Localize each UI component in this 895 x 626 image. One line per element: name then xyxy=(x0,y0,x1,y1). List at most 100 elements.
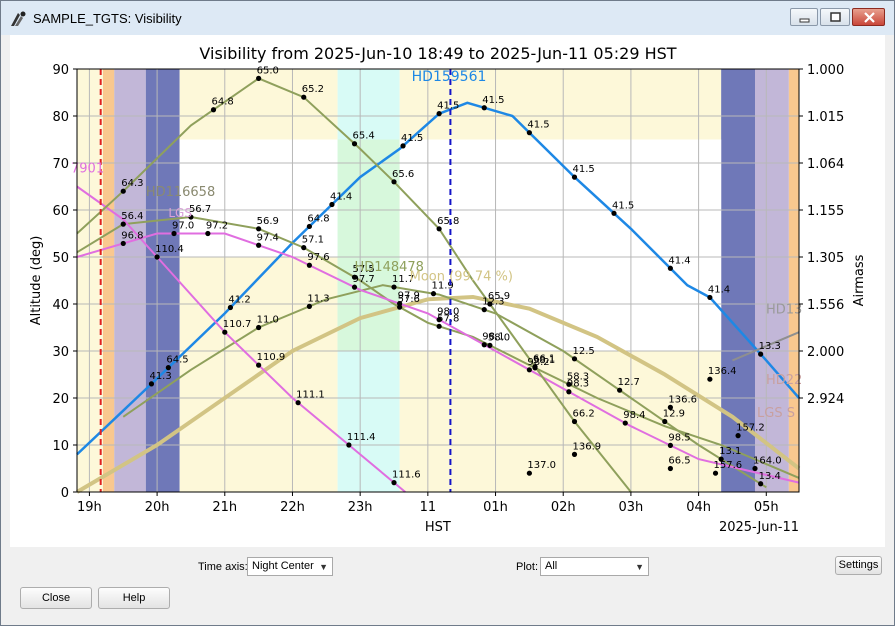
plot-select[interactable]: All ▼ xyxy=(540,557,649,576)
close-window-button[interactable] xyxy=(852,8,885,26)
data-point xyxy=(436,317,442,323)
data-point xyxy=(481,307,487,313)
data-label: 41.5 xyxy=(612,200,634,211)
data-point xyxy=(758,351,764,357)
data-label: 97.9 xyxy=(398,291,420,302)
close-icon xyxy=(864,12,875,23)
data-label: 11.3 xyxy=(307,293,329,304)
data-label: 97.7 xyxy=(353,274,375,285)
data-label: 111.4 xyxy=(347,432,376,443)
data-point xyxy=(487,342,493,348)
visibility-window: SAMPLE_TGTS: Visibility Visibility from … xyxy=(0,0,895,626)
data-label: 64.8 xyxy=(212,97,234,108)
bottom-controls: Time axis: Night Center ▼ Plot: All ▼ Se… xyxy=(1,547,894,625)
series-label-moon: Moon (99.74 %) xyxy=(410,270,513,285)
minimize-icon xyxy=(799,18,810,23)
y-tick-label: 60 xyxy=(52,204,69,219)
time-axis-label: Time axis: xyxy=(198,561,248,573)
help-button[interactable]: Help xyxy=(98,587,170,609)
x-tick-label: 19h xyxy=(77,500,102,515)
data-point xyxy=(712,470,719,476)
data-point xyxy=(436,226,442,232)
maximize-icon xyxy=(830,12,841,22)
data-point xyxy=(481,105,487,111)
data-label: 96.8 xyxy=(121,230,143,241)
data-point xyxy=(295,400,301,406)
close-button[interactable]: Close xyxy=(20,587,92,609)
data-label: 41.4 xyxy=(708,284,730,295)
data-label: 11.0 xyxy=(257,315,279,326)
band-astro-dusk xyxy=(145,69,180,492)
data-point xyxy=(120,240,126,247)
airmass-tick-label: 2.000 xyxy=(807,345,844,360)
data-point xyxy=(667,465,673,472)
edge-label-hd22: HD22 xyxy=(766,373,802,388)
data-label: 41.5 xyxy=(527,120,549,131)
x-tick-label: 21h xyxy=(212,500,237,515)
data-point xyxy=(205,230,211,237)
data-label: 111.6 xyxy=(392,470,421,481)
data-label: 41.5 xyxy=(573,164,595,175)
data-label: 98.0 xyxy=(437,307,459,318)
y-tick-label: 40 xyxy=(52,298,69,313)
airmass-tick-label: 1.155 xyxy=(807,204,844,219)
data-point xyxy=(430,291,437,297)
data-label: 97.0 xyxy=(172,221,194,232)
data-point xyxy=(351,284,358,290)
chevron-down-icon: ▼ xyxy=(319,562,328,572)
data-label: 13.3 xyxy=(759,341,781,352)
data-point xyxy=(758,481,764,487)
data-point xyxy=(346,442,352,448)
settings-button[interactable]: Settings xyxy=(835,556,882,575)
data-label: 41.5 xyxy=(401,133,423,144)
data-label: 64.3 xyxy=(121,178,143,189)
data-label: 56.7 xyxy=(189,204,211,215)
data-label: 56.9 xyxy=(257,216,279,227)
data-point xyxy=(707,294,713,301)
edge-label-lgs: LGS S xyxy=(757,406,795,421)
data-label: 110.7 xyxy=(223,319,252,330)
y-axis-label-right: Airmass xyxy=(852,254,867,306)
data-point xyxy=(256,362,262,368)
data-label: 136.4 xyxy=(708,366,737,377)
data-label: 157.2 xyxy=(736,423,765,434)
data-point xyxy=(481,342,487,348)
data-point xyxy=(436,323,442,329)
data-point xyxy=(306,223,312,230)
data-point xyxy=(611,210,617,216)
data-label: 98.3 xyxy=(567,379,589,390)
y-tick-label: 20 xyxy=(52,392,69,407)
data-label: 110.4 xyxy=(155,244,184,255)
data-point xyxy=(120,221,126,227)
data-point xyxy=(165,365,171,371)
plot-value: All xyxy=(545,560,558,572)
visibility-chart: Visibility from 2025-Jun-10 18:49 to 202… xyxy=(29,44,867,535)
chart-title: Visibility from 2025-Jun-10 18:49 to 202… xyxy=(199,44,676,63)
data-point xyxy=(526,470,532,476)
band-nautical-dusk xyxy=(114,69,146,492)
minimize-button[interactable] xyxy=(790,8,818,26)
data-label: 65.4 xyxy=(353,131,375,142)
data-label: 12.7 xyxy=(618,377,640,388)
data-point xyxy=(210,107,217,113)
title-bar: SAMPLE_TGTS: Visibility xyxy=(1,1,894,35)
series-label-hd116658: HD116658 xyxy=(146,185,215,200)
data-label: 65.0 xyxy=(257,65,279,76)
data-label: 41.3 xyxy=(149,371,171,382)
window-title: SAMPLE_TGTS: Visibility xyxy=(33,11,182,26)
data-point xyxy=(306,262,312,268)
time-axis-select[interactable]: Night Center ▼ xyxy=(247,557,333,576)
data-label: 98.4 xyxy=(623,410,645,421)
data-point xyxy=(306,303,312,309)
data-point xyxy=(667,265,673,271)
data-point xyxy=(256,75,262,81)
data-point xyxy=(526,130,532,136)
y-tick-label: 30 xyxy=(52,345,69,360)
airmass-tick-label: 2.924 xyxy=(807,392,844,407)
y-tick-label: 90 xyxy=(52,63,69,78)
date-label: 2025-Jun-11 xyxy=(719,520,799,535)
chevron-down-icon: ▼ xyxy=(635,562,644,572)
data-label: 97.6 xyxy=(307,252,329,263)
maximize-button[interactable] xyxy=(820,8,850,26)
data-label: 164.0 xyxy=(753,456,782,467)
